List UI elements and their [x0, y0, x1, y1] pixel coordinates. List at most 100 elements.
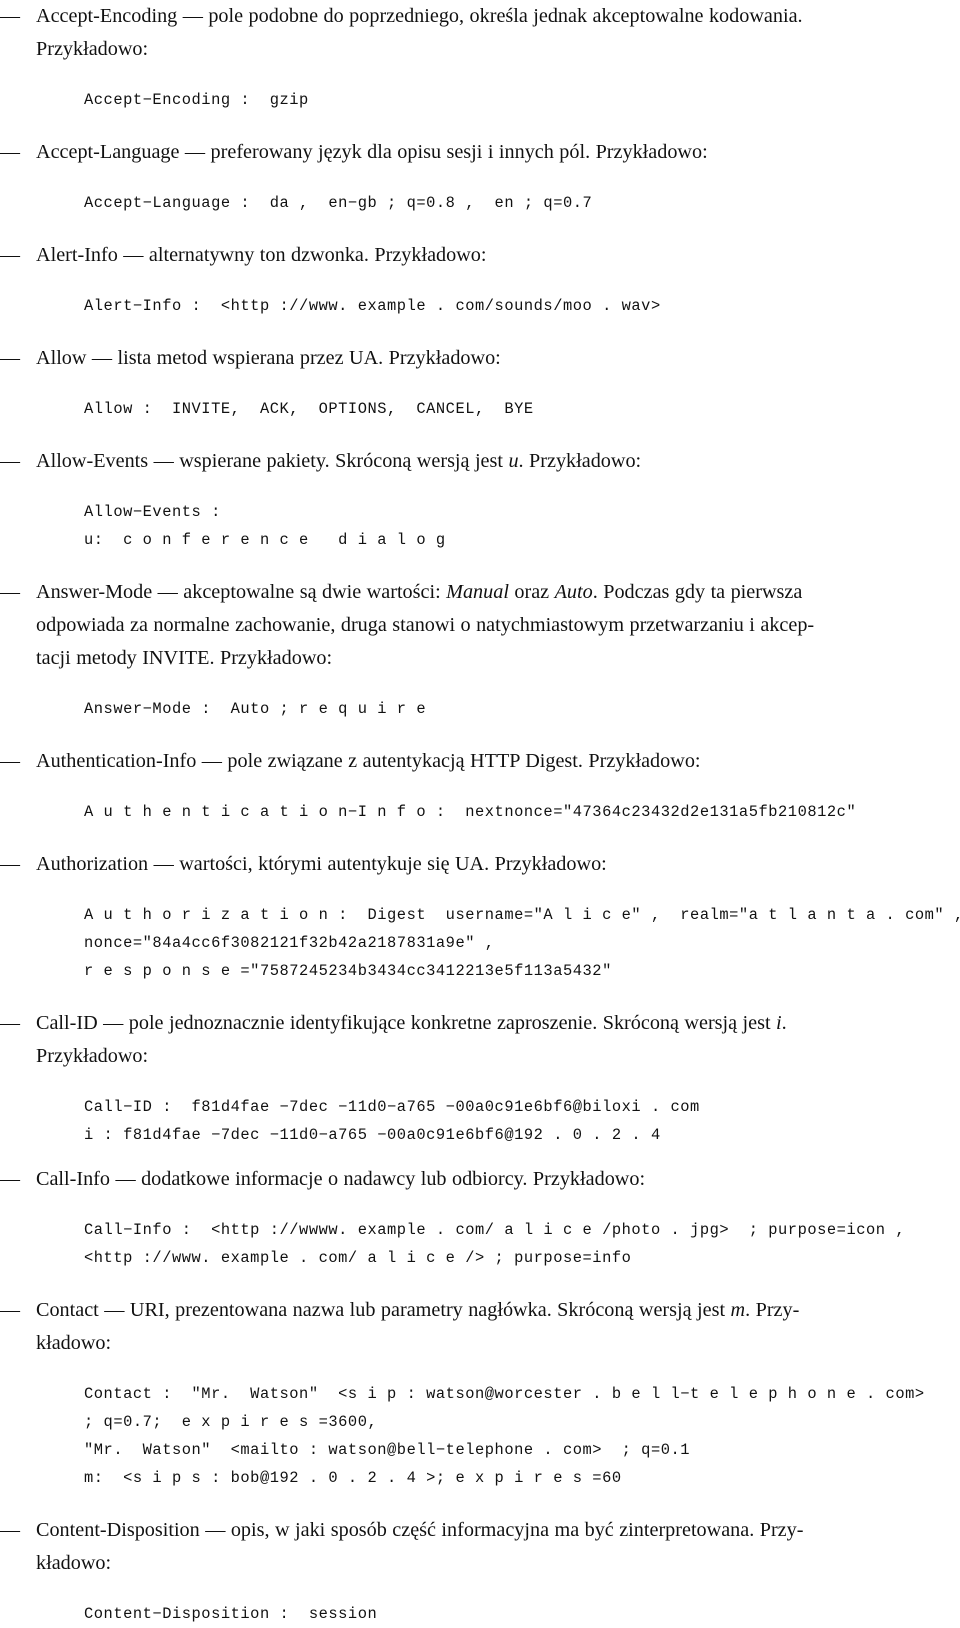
code-line: A u t h o r i z a t i o n : Digest usern… [84, 906, 960, 924]
code-block-allow-events: Allow−Events : [0, 498, 960, 526]
entry-paragraph-cont: Przykładowo: [36, 1040, 948, 1073]
list-item-contact: — Contact — URI, prezentowana nazwa lub … [0, 1294, 960, 1360]
code-line: Answer−Mode : Auto ; r e q u i r e [84, 700, 427, 718]
code-block-accept-language: Accept−Language : da , en−gb ; q=0.8 , e… [0, 189, 960, 217]
list-item-alert-info: — Alert-Info — alternatywny ton dzwonka.… [0, 239, 960, 272]
bullet-dash-icon: — [0, 347, 20, 369]
paragraph-line: kładowo: [36, 1552, 112, 1574]
code-block-authorization-3: r e s p o n s e ="7587245234b3434cc34122… [0, 957, 960, 985]
code-line: i : f81d4fae −7dec −11d0−a765 −00a0c91e6… [84, 1126, 661, 1144]
paragraph-line: Authorization — wartości, którymi autent… [36, 853, 607, 875]
code-block-content-disposition: Content−Disposition : session [0, 1600, 960, 1628]
list-item-authorization: — Authorization — wartości, którymi aute… [0, 848, 960, 881]
code-line: Call−Info : <http ://wwww. example . com… [84, 1221, 906, 1239]
code-line: u: c o n f e r e n c e d i a l o g [84, 531, 446, 549]
bullet-dash-icon: — [0, 244, 20, 266]
list-item-allow: — Allow — lista metod wspierana przez UA… [0, 342, 960, 375]
code-block-authorization-1: A u t h o r i z a t i o n : Digest usern… [0, 901, 960, 929]
list-item-content-disposition: — Content-Disposition — opis, w jaki spo… [0, 1514, 960, 1580]
bullet-dash-icon: — [0, 1012, 20, 1034]
entry-paragraph: Authentication-Info — pole związane z au… [36, 745, 948, 778]
paragraph-text-a: Call-ID — pole jednoznacznie identyfikuj… [36, 1012, 777, 1034]
paragraph-text-a: Allow-Events — wspierane pakiety. Skróco… [36, 450, 509, 472]
entry-paragraph-cont: odpowiada za normalne zachowanie, druga … [36, 609, 948, 642]
code-line: r e s p o n s e ="7587245234b3434cc34122… [84, 962, 612, 980]
bullet-dash-icon: — [0, 141, 20, 163]
entry-paragraph: Authorization — wartości, którymi autent… [36, 848, 948, 881]
code-line: Alert−Info : <http ://www. example . com… [84, 297, 661, 315]
paragraph-text-b: . Przy- [745, 1299, 800, 1321]
entry-paragraph: Allow — lista metod wspierana przez UA. … [36, 342, 948, 375]
entry-paragraph-cont: Przykładowo: [36, 33, 948, 66]
bullet-dash-icon: — [0, 450, 20, 472]
paragraph-emphasis: u [508, 450, 519, 472]
list-item-call-id: — Call-ID — pole jednoznacznie identyfik… [0, 1007, 960, 1073]
bullet-dash-icon: — [0, 750, 20, 772]
paragraph-emphasis-manual: Manual [446, 581, 509, 603]
bullet-dash-icon: — [0, 1168, 20, 1190]
code-line: Contact : "Mr. Watson" <s i p : watson@w… [84, 1385, 925, 1403]
code-line: Allow : INVITE, ACK, OPTIONS, CANCEL, BY… [84, 400, 534, 418]
code-block-answer-mode: Answer−Mode : Auto ; r e q u i r e [0, 695, 960, 723]
code-block-contact-3: "Mr. Watson" <mailto : watson@bell−telep… [0, 1436, 960, 1464]
code-block-call-id-2: i : f81d4fae −7dec −11d0−a765 −00a0c91e6… [0, 1121, 960, 1149]
paragraph-line: odpowiada za normalne zachowanie, druga … [36, 614, 815, 636]
code-line: nonce="84a4cc6f3082121f32b42a2187831a9e"… [84, 934, 495, 952]
code-block-call-info-1: Call−Info : <http ://wwww. example . com… [0, 1216, 960, 1244]
entry-paragraph: Call-Info — dodatkowe informacje o nadaw… [36, 1163, 948, 1196]
paragraph-line: kładowo: [36, 1332, 112, 1354]
entry-paragraph-cont2: tacji metody INVITE. Przykładowo: [36, 642, 948, 675]
code-block-allow-events-2: u: c o n f e r e n c e d i a l o g [0, 526, 960, 554]
entry-paragraph: Answer-Mode — akceptowalne są dwie warto… [36, 576, 948, 609]
entry-paragraph: Call-ID — pole jednoznacznie identyfikuj… [36, 1007, 948, 1040]
list-item-allow-events: — Allow-Events — wspierane pakiety. Skró… [0, 445, 960, 478]
code-block-allow: Allow : INVITE, ACK, OPTIONS, CANCEL, BY… [0, 395, 960, 423]
bullet-dash-icon: — [0, 1299, 20, 1321]
paragraph-line: Allow — lista metod wspierana przez UA. … [36, 347, 501, 369]
entry-paragraph: Contact — URI, prezentowana nazwa lub pa… [36, 1294, 948, 1327]
paragraph-emphasis: m [730, 1299, 746, 1321]
code-block-authentication-info: A u t h e n t i c a t i o n−I n f o : ne… [0, 798, 960, 826]
entry-paragraph-cont: kładowo: [36, 1327, 948, 1360]
list-item-authentication-info: — Authentication-Info — pole związane z … [0, 745, 960, 778]
entry-paragraph: Allow-Events — wspierane pakiety. Skróco… [36, 445, 948, 478]
code-line: <http ://www. example . com/ a l i c e /… [84, 1249, 632, 1267]
paragraph-emphasis-auto: Auto [554, 581, 593, 603]
bullet-dash-icon: — [0, 1519, 20, 1541]
code-block-call-info-2: <http ://www. example . com/ a l i c e /… [0, 1244, 960, 1272]
list-item-answer-mode: — Answer-Mode — akceptowalne są dwie war… [0, 576, 960, 675]
paragraph-text-a: Answer-Mode — akceptowalne są dwie warto… [36, 581, 447, 603]
code-line: m: <s i p s : bob@192 . 0 . 2 . 4 >; e x… [84, 1469, 622, 1487]
code-block-contact-4: m: <s i p s : bob@192 . 0 . 2 . 4 >; e x… [0, 1464, 960, 1492]
paragraph-line: Przykładowo: [36, 1045, 149, 1067]
code-line: Accept−Language : da , en−gb ; q=0.8 , e… [84, 194, 593, 212]
list-item-accept-language: — Accept-Language — preferowany język dl… [0, 136, 960, 169]
code-block-contact-2: ; q=0.7; e x p i r e s =3600, [0, 1408, 960, 1436]
list-item-call-info: — Call-Info — dodatkowe informacje o nad… [0, 1163, 960, 1196]
entry-paragraph: Content-Disposition — opis, w jaki sposó… [36, 1514, 948, 1547]
entry-paragraph: Alert-Info — alternatywny ton dzwonka. P… [36, 239, 948, 272]
bullet-dash-icon: — [0, 853, 20, 875]
list-item-accept-encoding: — Accept-Encoding — pole podobne do popr… [0, 0, 960, 66]
code-line: "Mr. Watson" <mailto : watson@bell−telep… [84, 1441, 691, 1459]
document-page: — Accept-Encoding — pole podobne do popr… [0, 0, 960, 1623]
entry-paragraph-cont: kładowo: [36, 1547, 948, 1580]
